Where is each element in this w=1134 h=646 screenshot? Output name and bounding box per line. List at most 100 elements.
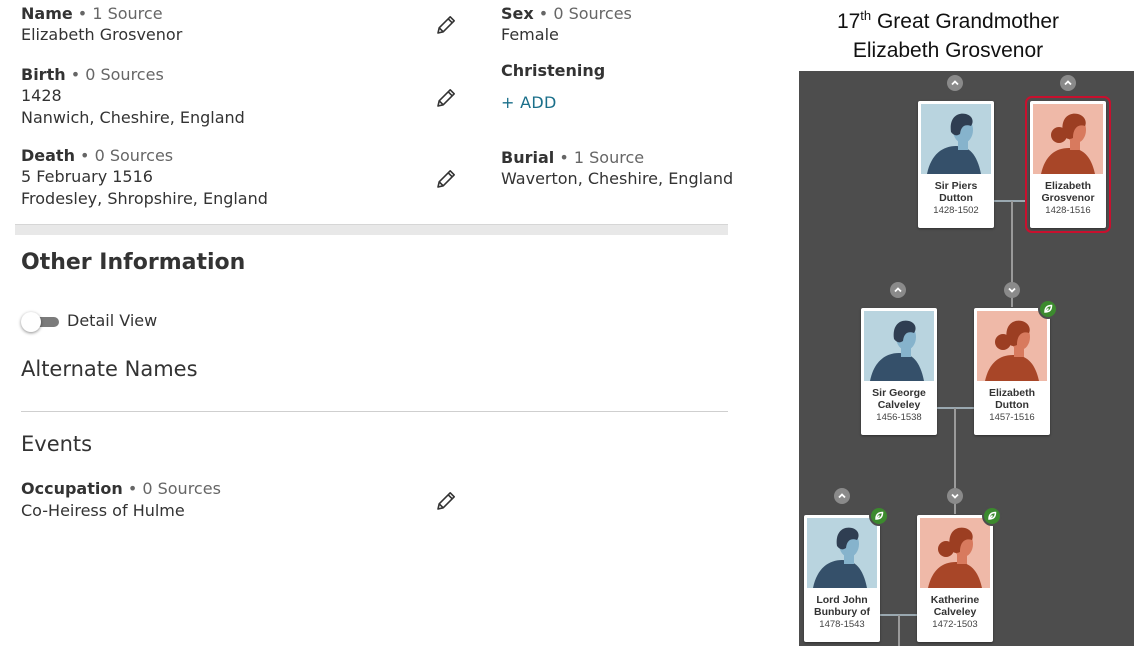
family-tree-panel[interactable]: Sir Piers Dutton 1428-1502 Elizabeth Gros…	[799, 71, 1134, 646]
person-name: Sir Piers Dutton	[934, 180, 978, 204]
chevron-down-icon	[1008, 287, 1016, 293]
person-portrait	[864, 311, 934, 381]
person-portrait	[1033, 104, 1103, 174]
burial-place: Waverton, Cheshire, England	[501, 169, 734, 188]
occupation-value: Co-Heiress of Hulme	[21, 501, 185, 520]
burial-label: Burial	[501, 148, 555, 167]
person-card-katherine-calveley[interactable]: Katherine Calveley 1472-1503	[917, 515, 993, 642]
chevron-up-icon	[1064, 80, 1072, 86]
person-card-sir-piers-dutton[interactable]: Sir Piers Dutton 1428-1502	[918, 101, 994, 228]
female-avatar-icon	[977, 311, 1047, 381]
leaf-icon	[988, 511, 997, 520]
person-card-elizabeth-dutton[interactable]: Elizabeth Dutton 1457-1516	[974, 308, 1050, 435]
pencil-icon	[437, 492, 455, 510]
name-value: Elizabeth Grosvenor	[21, 25, 183, 44]
caption-relation: Great Grandmother	[871, 10, 1060, 33]
person-portrait	[977, 311, 1047, 381]
name-label: Name	[21, 4, 73, 23]
female-avatar-icon	[1033, 104, 1103, 174]
couple-line	[994, 200, 1025, 202]
person-dates: 1428-1516	[1045, 205, 1091, 216]
section-divider	[15, 224, 728, 235]
relationship-caption: 17th Great Grandmother	[800, 8, 1096, 34]
christening-label: Christening	[501, 61, 606, 80]
section-rule	[21, 411, 728, 412]
person-dates: 1457-1516	[989, 412, 1035, 423]
edit-name-button[interactable]	[434, 13, 458, 37]
edit-birth-button[interactable]	[434, 86, 458, 110]
events-heading: Events	[21, 432, 93, 456]
sex-fact-title: Sex • 0 Sources	[501, 4, 632, 24]
caption-person-name: Elizabeth Grosvenor	[852, 39, 1044, 62]
occupation-label: Occupation	[21, 479, 123, 498]
record-hint-badge[interactable]	[1038, 299, 1058, 319]
death-sources[interactable]: • 0 Sources	[75, 146, 173, 165]
couple-line	[937, 407, 975, 409]
leaf-icon	[1044, 304, 1053, 313]
descent-line	[898, 615, 900, 646]
caption-ordinal-suffix: th	[860, 8, 872, 23]
female-avatar-icon	[920, 518, 990, 588]
toggle-knob	[21, 312, 41, 332]
name-fact-title: Name • 1 Source	[21, 4, 163, 24]
burial-fact-title: Burial • 1 Source	[501, 148, 644, 168]
sex-value: Female	[501, 25, 559, 44]
sex-label: Sex	[501, 4, 534, 23]
sex-sources[interactable]: • 0 Sources	[534, 4, 632, 23]
occupation-sources[interactable]: • 0 Sources	[123, 479, 221, 498]
collapse-button[interactable]	[947, 488, 963, 504]
record-hint-badge[interactable]	[869, 506, 889, 526]
leaf-icon	[875, 511, 884, 520]
expand-parents-button[interactable]	[890, 282, 906, 298]
detail-view-toggle[interactable]	[21, 312, 59, 332]
detail-view-label: Detail View	[67, 311, 158, 330]
chevron-up-icon	[838, 493, 846, 499]
birth-date: 1428	[21, 86, 62, 105]
caption-ordinal: 17	[836, 10, 861, 33]
edit-death-button[interactable]	[434, 167, 458, 191]
chevron-up-icon	[951, 80, 959, 86]
expand-parents-button[interactable]	[947, 75, 963, 91]
birth-sources[interactable]: • 0 Sources	[66, 65, 164, 84]
other-information-heading: Other Information	[21, 250, 246, 275]
chevron-down-icon	[951, 493, 959, 499]
person-portrait	[920, 518, 990, 588]
chevron-up-icon	[894, 287, 902, 293]
birth-fact-title: Birth • 0 Sources	[21, 65, 164, 85]
person-name: Elizabeth Grosvenor	[1041, 180, 1095, 204]
male-avatar-icon	[921, 104, 991, 174]
alternate-names-heading: Alternate Names	[21, 357, 198, 381]
pencil-icon	[437, 170, 455, 188]
person-dates: 1428-1502	[933, 205, 979, 216]
person-dates: 1478-1543	[819, 619, 865, 630]
death-place: Frodesley, Shropshire, England	[21, 189, 268, 208]
expand-parents-button[interactable]	[1060, 75, 1076, 91]
person-card-sir-george-calveley[interactable]: Sir George Calveley 1456-1538	[861, 308, 937, 435]
name-sources[interactable]: • 1 Source	[73, 4, 163, 23]
burial-sources[interactable]: • 1 Source	[554, 148, 644, 167]
pencil-icon	[437, 16, 455, 34]
person-dates: 1472-1503	[932, 619, 978, 630]
person-name: Lord John Bunbury of	[814, 594, 870, 618]
add-christening-button[interactable]: + ADD	[501, 93, 557, 112]
birth-place: Nanwich, Cheshire, England	[21, 108, 245, 127]
christening-fact-title: Christening	[501, 61, 605, 81]
death-fact-title: Death • 0 Sources	[21, 146, 173, 166]
record-hint-badge[interactable]	[982, 506, 1002, 526]
pencil-icon	[437, 89, 455, 107]
person-portrait	[921, 104, 991, 174]
person-card-elizabeth-grosvenor[interactable]: Elizabeth Grosvenor 1428-1516	[1025, 96, 1111, 233]
person-name: Elizabeth Dutton	[988, 387, 1036, 411]
person-card-lord-john-bunbury[interactable]: Lord John Bunbury of 1478-1543	[804, 515, 880, 642]
male-avatar-icon	[864, 311, 934, 381]
person-name: Sir George Calveley	[872, 387, 926, 411]
occupation-fact-title: Occupation • 0 Sources	[21, 479, 221, 499]
collapse-button[interactable]	[1004, 282, 1020, 298]
person-name: Katherine Calveley	[930, 594, 980, 618]
person-portrait	[807, 518, 877, 588]
birth-label: Birth	[21, 65, 66, 84]
male-avatar-icon	[807, 518, 877, 588]
death-label: Death	[21, 146, 75, 165]
edit-occupation-button[interactable]	[434, 489, 458, 513]
expand-parents-button[interactable]	[834, 488, 850, 504]
